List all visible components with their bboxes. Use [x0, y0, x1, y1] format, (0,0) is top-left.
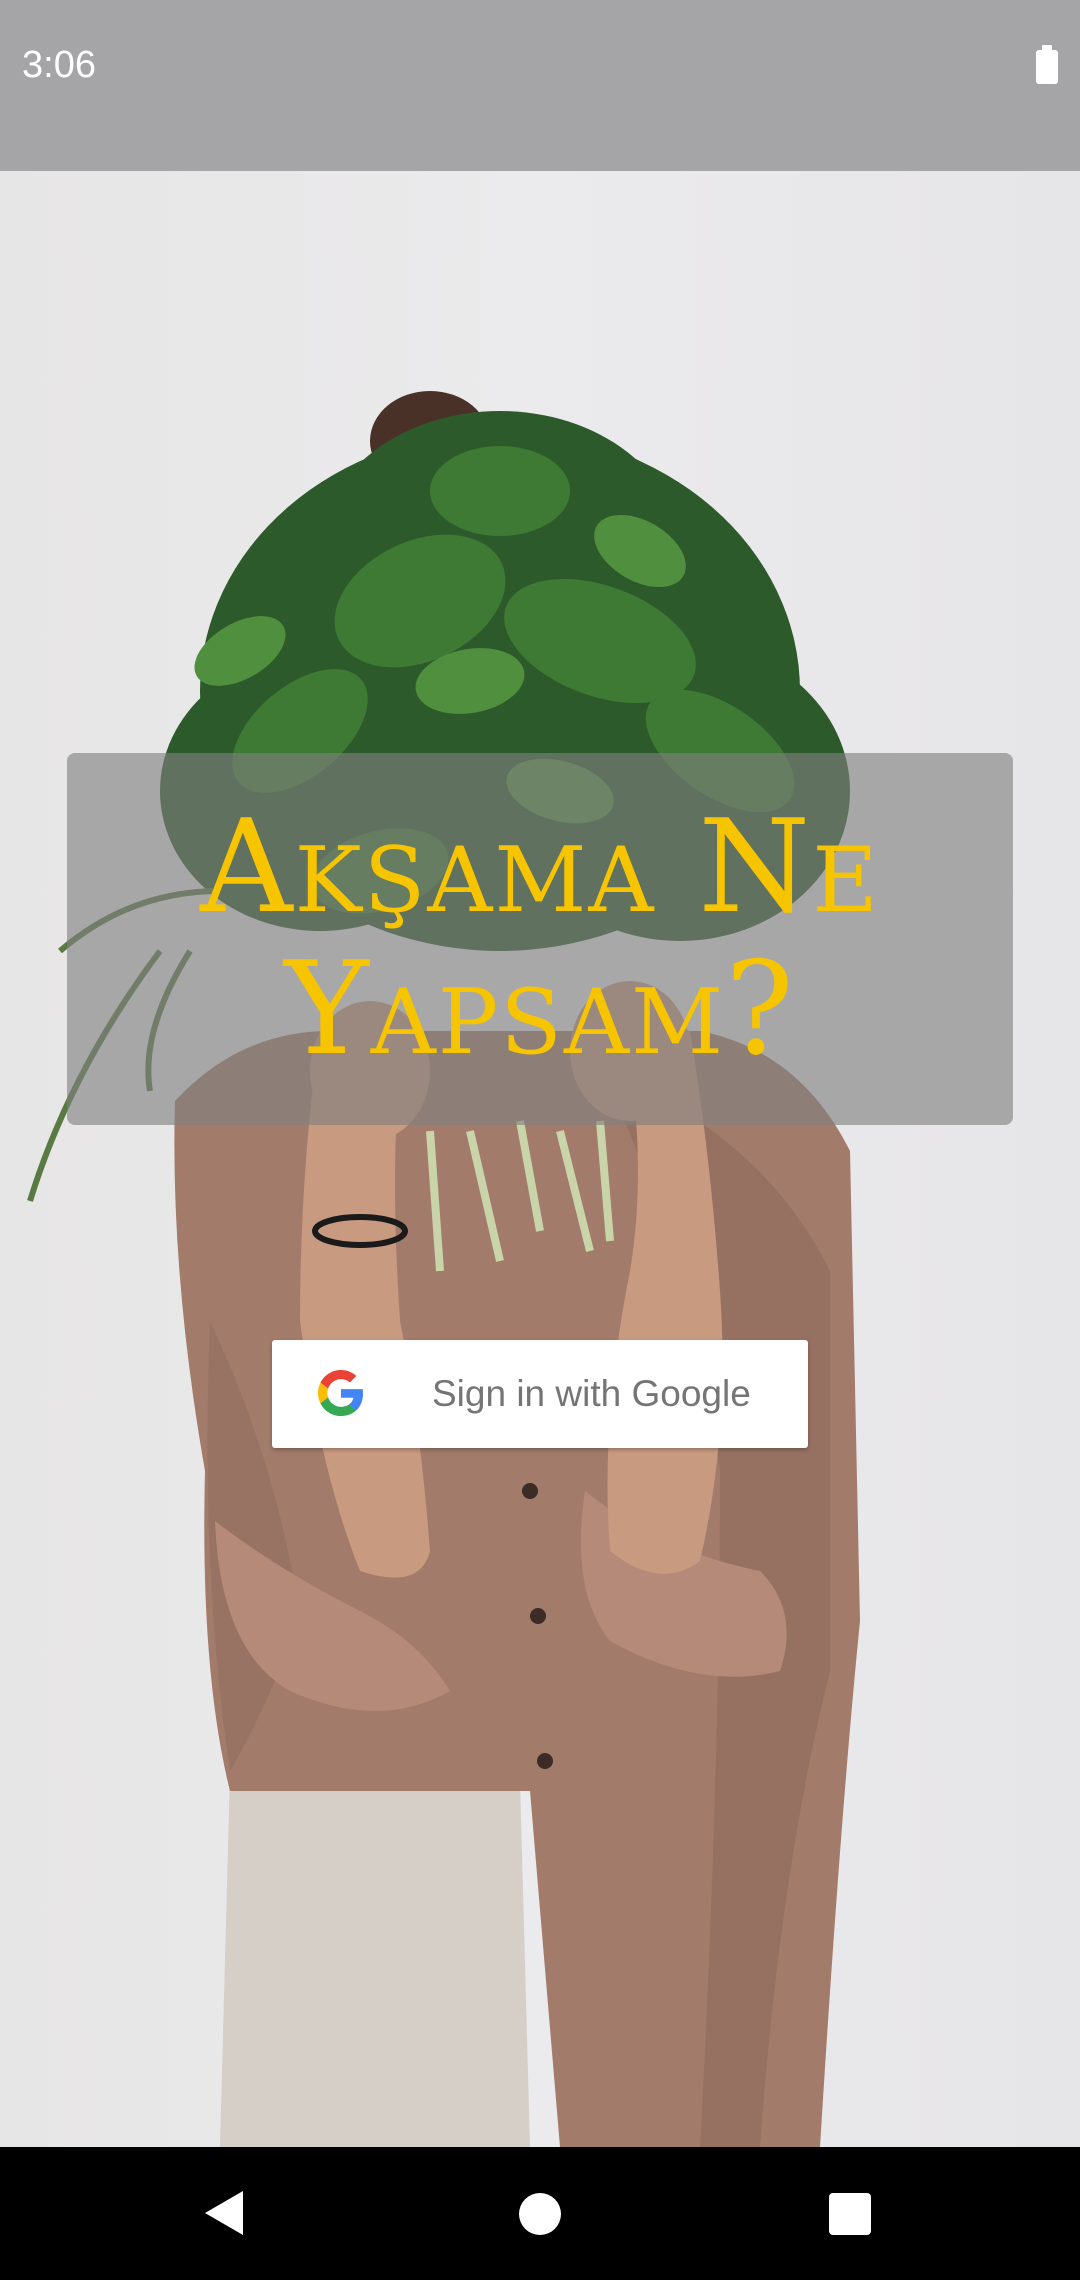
home-icon[interactable]: [519, 2193, 561, 2235]
back-icon[interactable]: [205, 2191, 243, 2235]
battery-icon: [1036, 45, 1058, 84]
sign-in-label: Sign in with Google: [432, 1373, 751, 1414]
background-photo: [0, 171, 1080, 2147]
navigation-bar: [0, 2147, 1080, 2280]
title-banner: Akşama Ne Yapsam?: [67, 753, 1013, 1125]
login-screen: 3:06 Akşama Ne Yapsam? Sign in with Goog…: [0, 0, 1080, 2280]
google-sign-in-button[interactable]: Sign in with Google: [272, 1340, 808, 1448]
recents-icon[interactable]: [829, 2193, 871, 2235]
app-title: Akşama Ne Yapsam?: [200, 793, 880, 1084]
google-g-icon: [318, 1370, 364, 1416]
status-time: 3:06: [22, 44, 96, 86]
background-illustration: [27, 391, 860, 2147]
status-bar: 3:06: [0, 0, 1080, 171]
